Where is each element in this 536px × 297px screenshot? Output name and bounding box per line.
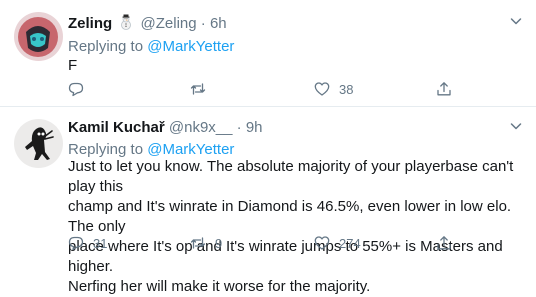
tweet-actions: 31 9 274: [68, 233, 508, 253]
share-button[interactable]: [436, 79, 452, 99]
retweet-icon: [190, 83, 206, 95]
chevron-down-icon[interactable]: [510, 14, 522, 26]
comment-icon: [68, 236, 84, 251]
tweet[interactable]: Zeling @Zeling · 6h Replying to @MarkYet…: [0, 0, 536, 107]
replying-to-label: Replying to: [68, 141, 144, 158]
tweet-text-line: champ and It's winrate in Diamond is 46.…: [68, 198, 512, 235]
comment-icon: [68, 82, 84, 97]
display-name[interactable]: Zeling: [68, 15, 112, 32]
like-count: 38: [339, 81, 354, 97]
separator-dot: ·: [200, 15, 206, 32]
like-button[interactable]: 38: [314, 79, 353, 99]
tweet-actions: 38: [68, 79, 508, 99]
retweet-icon: [190, 237, 206, 249]
retweet-count: 9: [215, 235, 223, 251]
like-count: 274: [339, 235, 361, 251]
reply-button[interactable]: 31: [68, 233, 107, 253]
display-name[interactable]: Kamil Kuchař: [68, 119, 165, 136]
retweet-button[interactable]: [190, 79, 215, 99]
tweet-text-line: Just to let you know. The absolute major…: [68, 158, 514, 195]
share-icon: [437, 236, 451, 250]
tweet-header: Zeling @Zeling · 6h: [68, 14, 227, 34]
share-button[interactable]: [436, 233, 452, 253]
replying-to: Replying to @MarkYetter: [68, 141, 234, 158]
heart-icon: [314, 82, 330, 96]
tweet-header: Kamil Kuchař @nk9x__ · 9h: [68, 119, 263, 136]
replying-to: Replying to @MarkYetter: [68, 38, 234, 55]
retweet-button[interactable]: 9: [190, 233, 222, 253]
heart-icon: [314, 236, 330, 250]
like-button[interactable]: 274: [314, 233, 361, 253]
tweet-text: Just to let you know. The absolute major…: [68, 157, 523, 297]
mention-link[interactable]: @MarkYetter: [147, 141, 234, 158]
user-handle[interactable]: @nk9x__: [169, 119, 233, 136]
share-icon: [437, 82, 451, 96]
tweet-text: F: [68, 56, 77, 76]
separator-dot: ·: [236, 119, 242, 136]
replying-to-label: Replying to: [68, 38, 144, 55]
avatar[interactable]: [14, 12, 63, 61]
timestamp[interactable]: 9h: [246, 119, 263, 136]
snowman-emoji-icon: [119, 14, 133, 34]
reply-count: 31: [93, 235, 108, 251]
mention-link[interactable]: @MarkYetter: [147, 38, 234, 55]
tweet[interactable]: Kamil Kuchař @nk9x__ · 9h Replying to @M…: [0, 107, 536, 295]
avatar[interactable]: [14, 119, 63, 168]
user-handle[interactable]: @Zeling: [141, 15, 197, 32]
timestamp[interactable]: 6h: [210, 15, 227, 32]
tweet-text-line: F: [68, 57, 78, 74]
chevron-down-icon[interactable]: [510, 119, 522, 131]
reply-button[interactable]: [68, 79, 93, 99]
tweet-text-line: Nerfing her will make it worse for the m…: [68, 278, 371, 295]
